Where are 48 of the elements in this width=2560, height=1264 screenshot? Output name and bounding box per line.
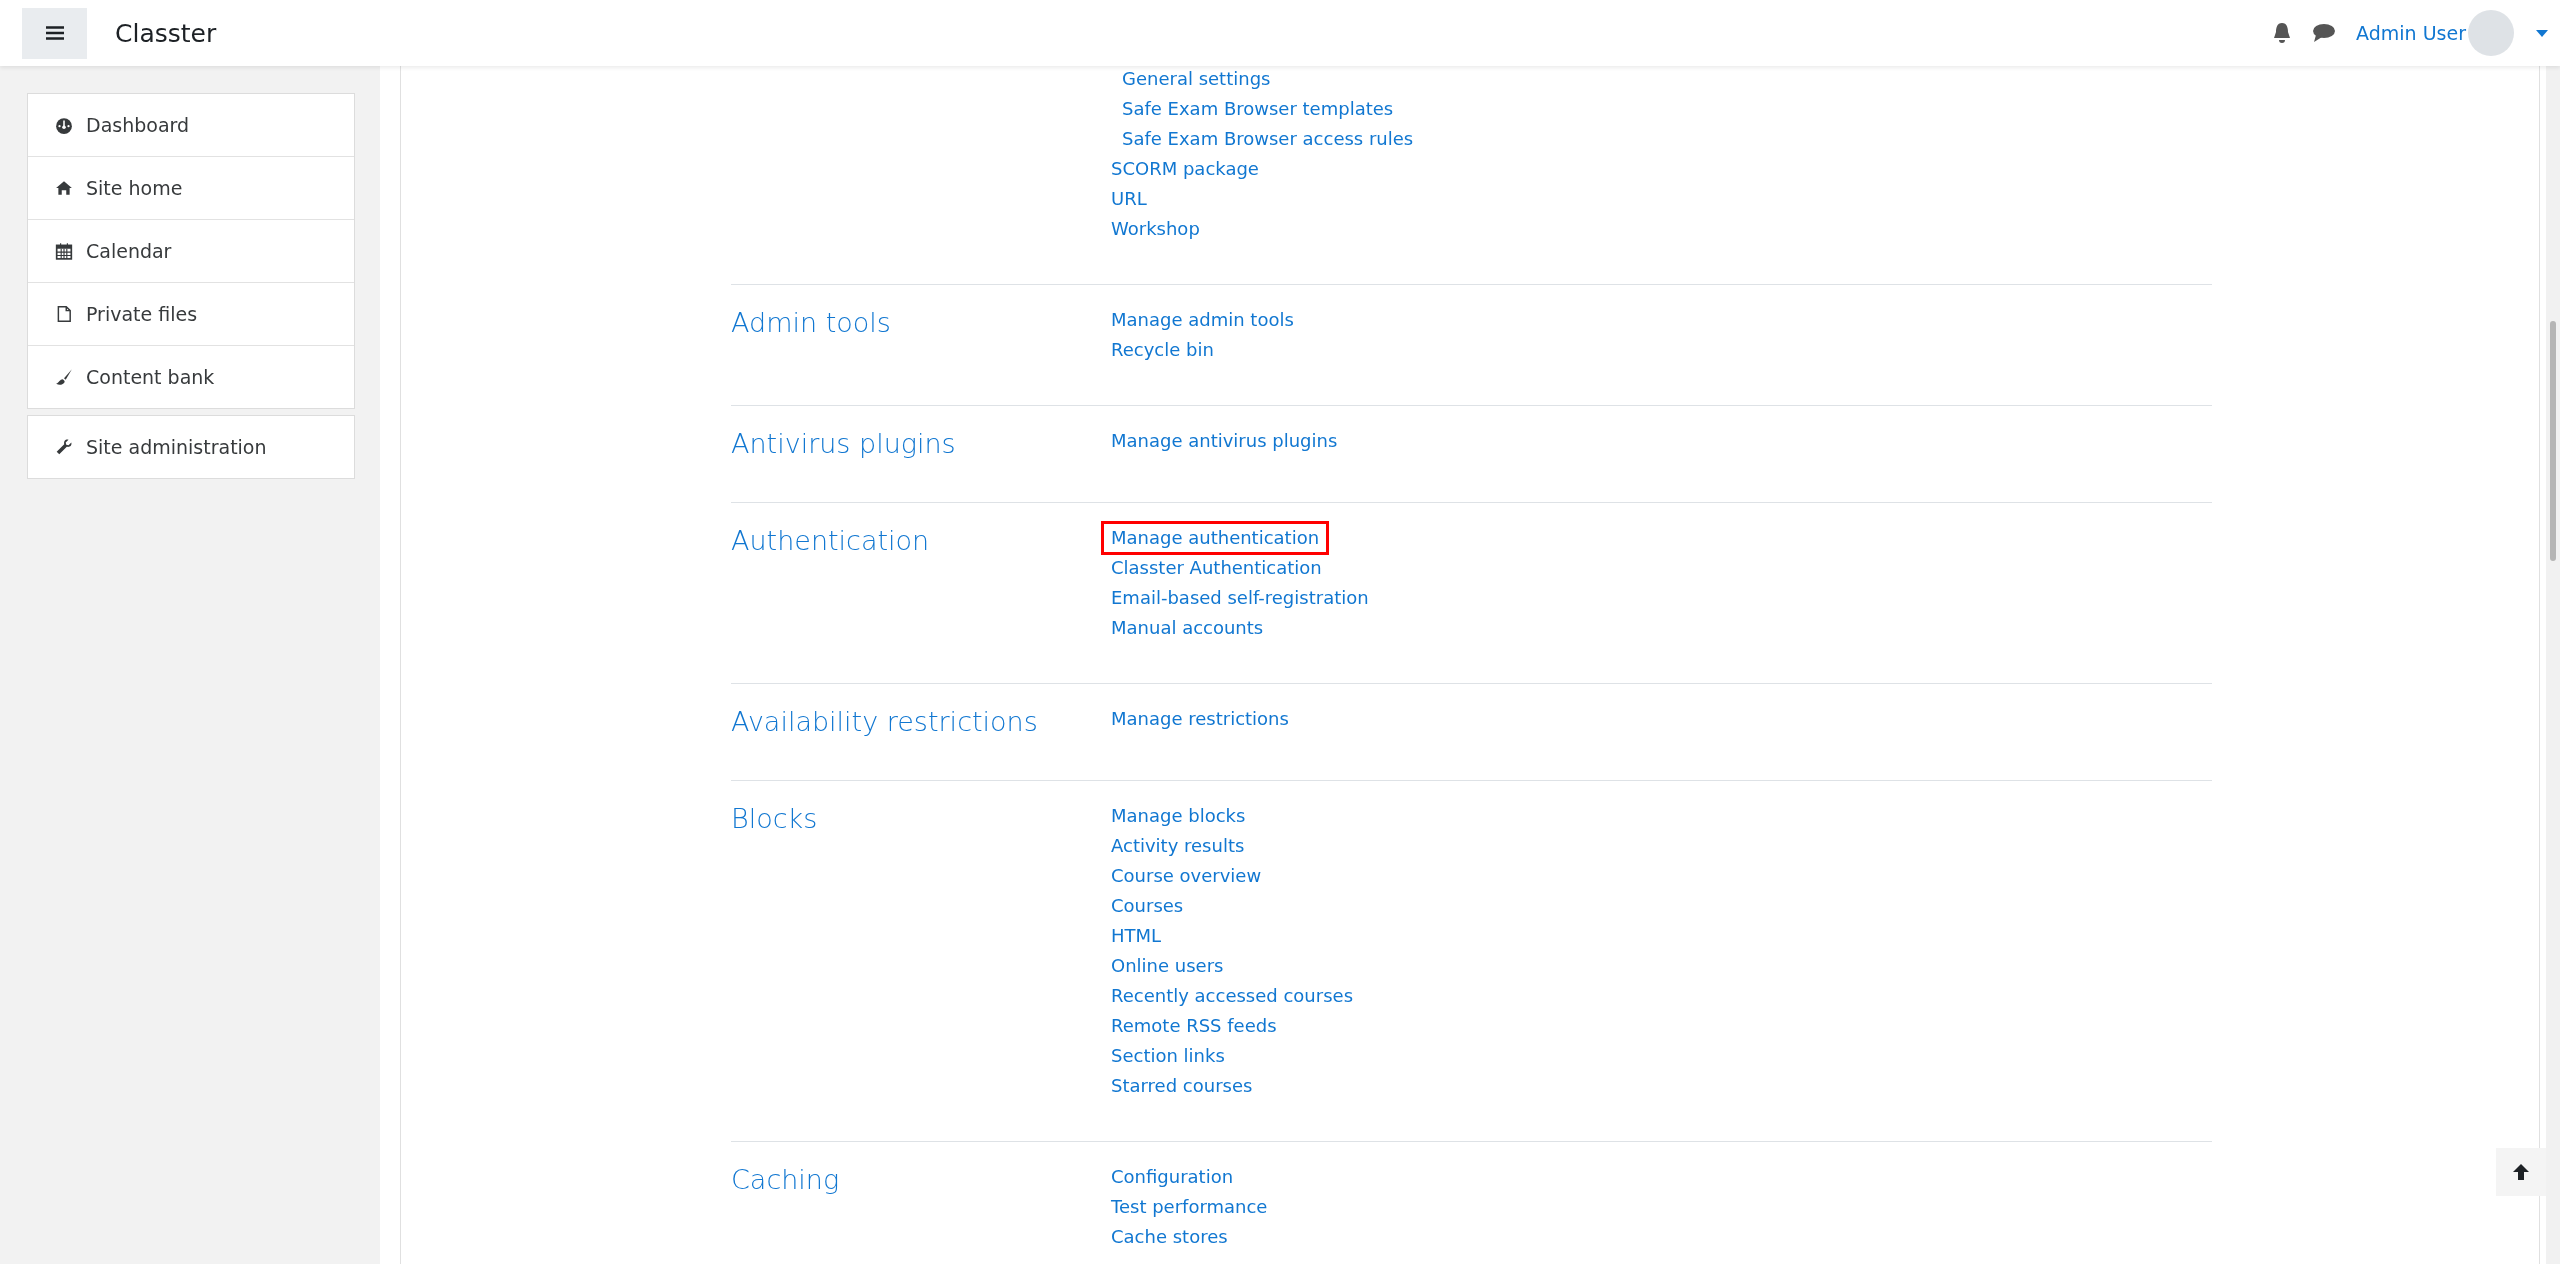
scrollbar[interactable]: [2546, 66, 2560, 1264]
admin-link[interactable]: Remote RSS feeds: [1111, 1011, 1277, 1041]
home-icon: [55, 179, 73, 197]
admin-link[interactable]: Manual accounts: [1111, 613, 1264, 643]
admin-link[interactable]: URL: [1111, 184, 1147, 214]
admin-link[interactable]: Recycle bin: [1111, 335, 1214, 365]
section-heading: Admin tools: [731, 307, 891, 338]
calendar-icon: [55, 242, 73, 260]
admin-link[interactable]: Workshop: [1111, 214, 1200, 244]
admin-link[interactable]: Configuration: [1111, 1162, 1234, 1192]
menu-icon: [45, 26, 64, 40]
admin-link[interactable]: Classter Authentication: [1111, 553, 1322, 583]
admin-link[interactable]: Manage restrictions: [1111, 704, 1289, 734]
user-name[interactable]: Admin User: [2356, 22, 2466, 44]
admin-link[interactable]: Section links: [1111, 1041, 1225, 1071]
wrench-icon: [55, 438, 73, 456]
back-to-top-button[interactable]: [2496, 1148, 2546, 1196]
chat-bubble-icon[interactable]: [2312, 23, 2337, 43]
admin-link[interactable]: Manage authentication: [1103, 523, 1328, 553]
admin-link[interactable]: Manage antivirus plugins: [1111, 426, 1338, 456]
menu-button[interactable]: [22, 7, 87, 59]
admin-link[interactable]: General settings: [1122, 66, 1271, 94]
bell-icon[interactable]: [2272, 22, 2293, 44]
section-heading: Antivirus plugins: [731, 428, 956, 459]
admin-link[interactable]: HTML: [1111, 921, 1162, 951]
site-title[interactable]: Classter: [115, 18, 217, 48]
document-icon: [55, 305, 73, 323]
admin-link[interactable]: Manage admin tools: [1111, 305, 1294, 335]
admin-link[interactable]: Course overview: [1111, 861, 1262, 891]
admin-link[interactable]: Cache stores: [1111, 1222, 1228, 1252]
admin-link[interactable]: Starred courses: [1111, 1071, 1253, 1101]
admin-link[interactable]: Manage blocks: [1111, 801, 1246, 831]
admin-link[interactable]: Activity results: [1111, 831, 1245, 861]
admin-link[interactable]: Test performance: [1111, 1192, 1268, 1222]
admin-link[interactable]: Courses: [1111, 891, 1184, 921]
admin-link[interactable]: Recently accessed courses: [1111, 981, 1353, 1011]
arrow-up-icon: [2512, 1163, 2530, 1181]
admin-link[interactable]: Online users: [1111, 951, 1224, 981]
section-heading: Authentication: [731, 525, 930, 556]
admin-link[interactable]: Safe Exam Browser templates: [1122, 94, 1394, 124]
section-heading: Blocks: [731, 803, 818, 834]
admin-link[interactable]: SCORM package: [1111, 154, 1259, 184]
admin-link[interactable]: Safe Exam Browser access rules: [1122, 124, 1414, 154]
section-heading: Caching: [731, 1164, 840, 1195]
gauge-icon: [55, 116, 73, 134]
caret-icon[interactable]: [2536, 29, 2548, 37]
admin-link[interactable]: Email-based self-registration: [1111, 583, 1369, 613]
section-heading: Availability restrictions: [731, 706, 1038, 737]
